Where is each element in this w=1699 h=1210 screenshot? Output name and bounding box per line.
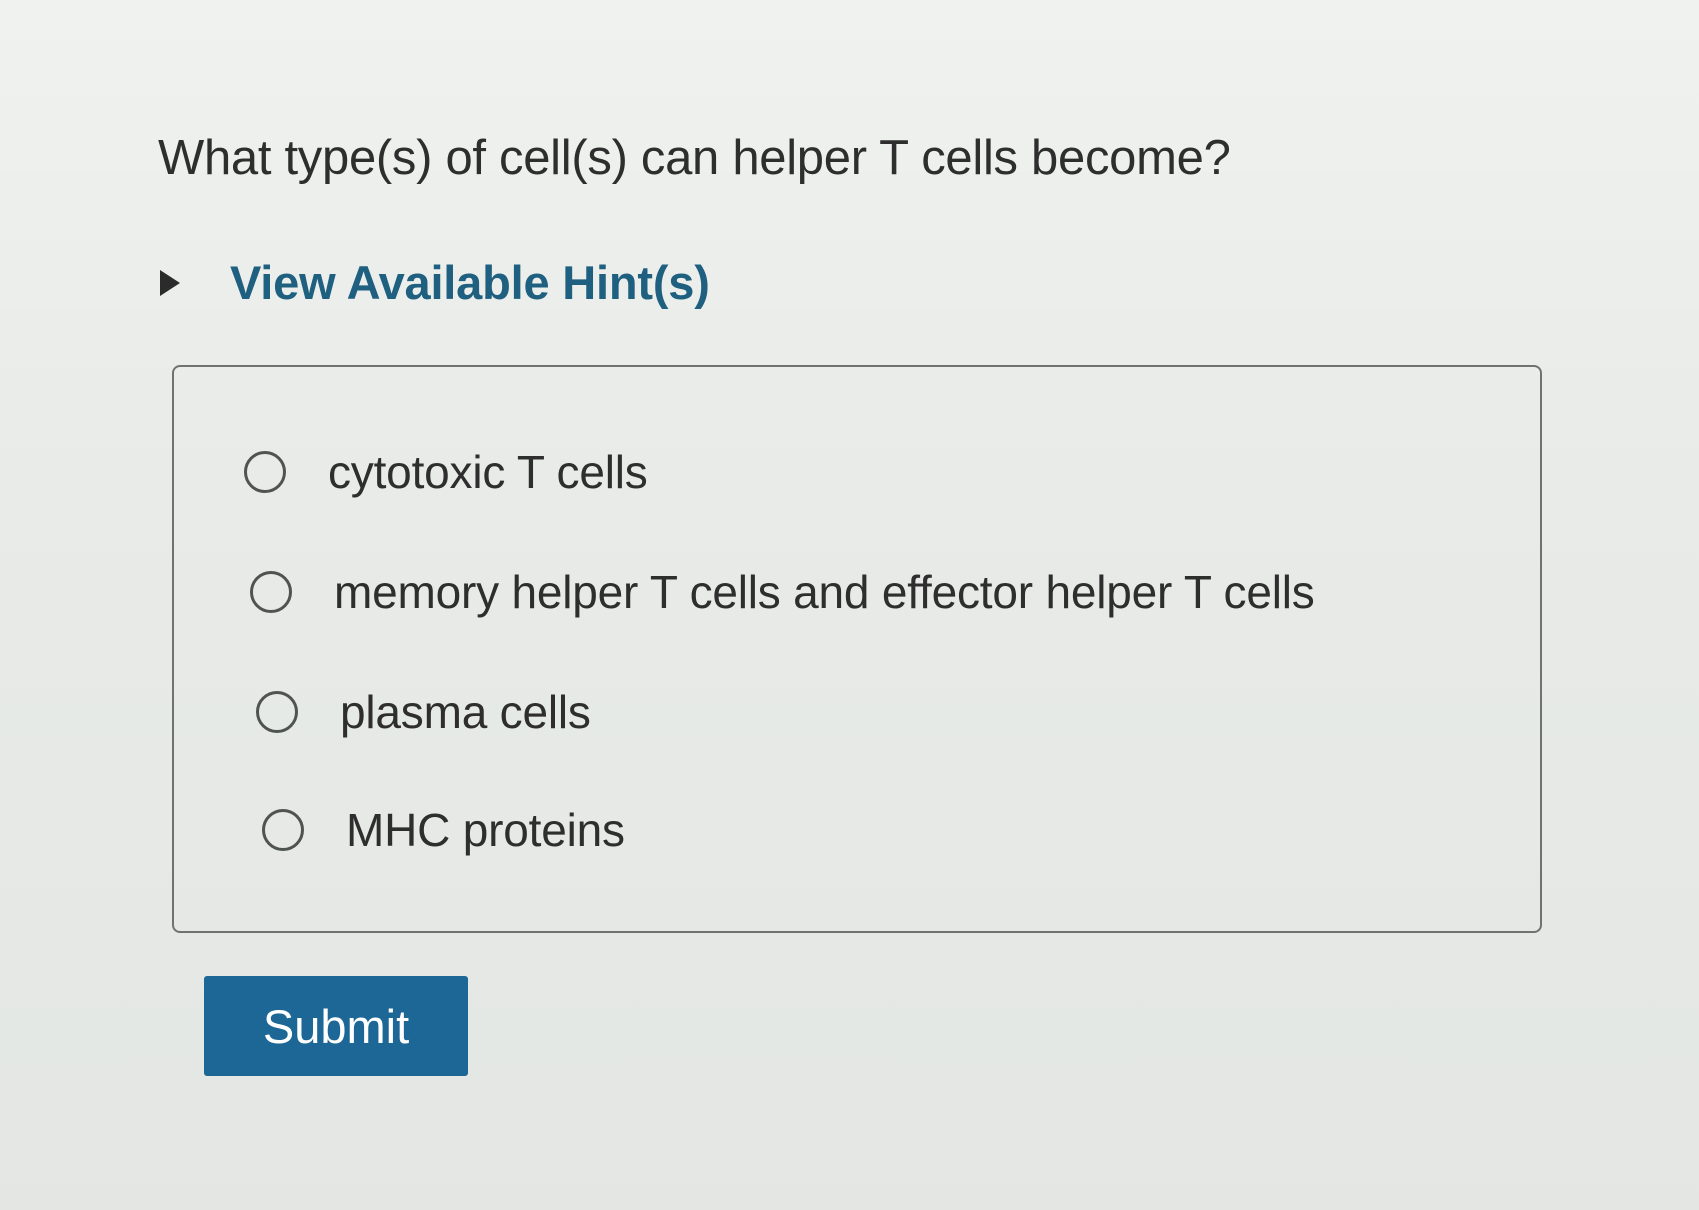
radio-button[interactable]	[262, 809, 304, 851]
answer-choice[interactable]: cytotoxic T cells	[244, 445, 648, 499]
view-hints-toggle[interactable]: View Available Hint(s)	[160, 255, 710, 310]
view-hints-label[interactable]: View Available Hint(s)	[230, 255, 710, 310]
answer-choice-label[interactable]: memory helper T cells and effector helpe…	[334, 565, 1315, 619]
answer-choice-label[interactable]: cytotoxic T cells	[328, 445, 648, 499]
answer-choice-label[interactable]: plasma cells	[340, 685, 591, 739]
answer-choices-box: cytotoxic T cells memory helper T cells …	[172, 365, 1542, 933]
caret-right-icon[interactable]	[160, 269, 180, 296]
radio-button[interactable]	[244, 451, 286, 493]
radio-button[interactable]	[256, 691, 298, 733]
answer-choice[interactable]: MHC proteins	[262, 803, 625, 857]
quiz-page: What type(s) of cell(s) can helper T cel…	[0, 0, 1699, 1210]
submit-button[interactable]: Submit	[204, 976, 468, 1076]
answer-choice-label[interactable]: MHC proteins	[346, 803, 625, 857]
answer-choice[interactable]: plasma cells	[256, 685, 591, 739]
question-text: What type(s) of cell(s) can helper T cel…	[158, 131, 1231, 185]
answer-choice[interactable]: memory helper T cells and effector helpe…	[250, 565, 1315, 619]
radio-button[interactable]	[250, 571, 292, 613]
